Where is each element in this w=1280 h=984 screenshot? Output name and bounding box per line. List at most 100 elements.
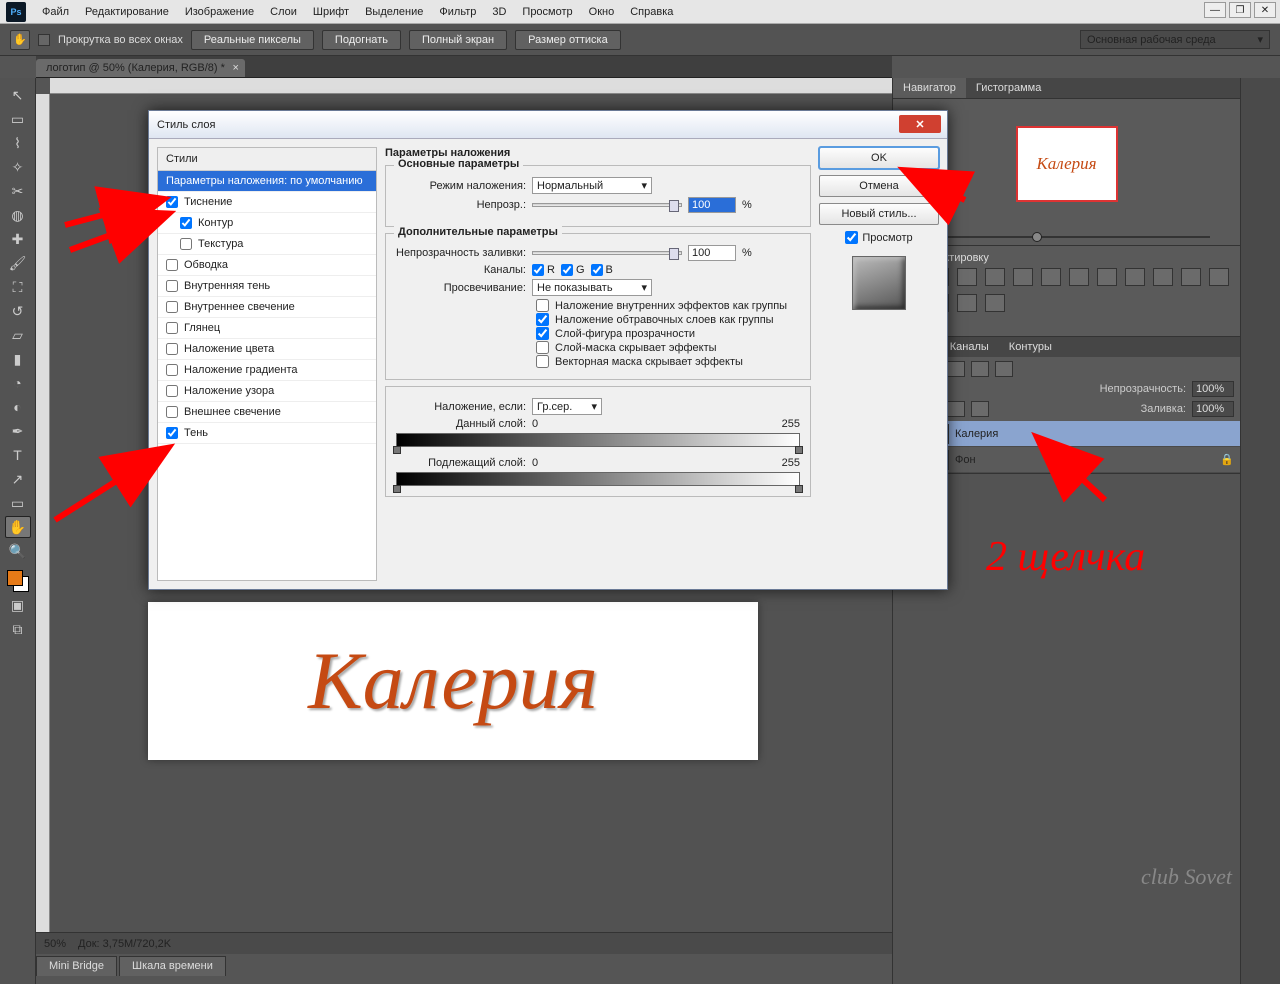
quickmask-tool[interactable]: ▣ bbox=[5, 594, 31, 616]
blend-mode-dropdown[interactable]: Нормальный▾ bbox=[532, 177, 652, 194]
workspace-dropdown[interactable]: Основная рабочая среда▾ bbox=[1080, 30, 1270, 49]
print-size-button[interactable]: Размер оттиска bbox=[515, 30, 621, 50]
style-checkbox[interactable] bbox=[166, 322, 178, 334]
menu-layers[interactable]: Слои bbox=[262, 0, 305, 24]
eraser-tool[interactable]: ▱ bbox=[5, 324, 31, 346]
style-row[interactable]: Обводка bbox=[158, 255, 376, 276]
actual-pixels-button[interactable]: Реальные пикселы bbox=[191, 30, 314, 50]
blur-tool[interactable]: ◔ bbox=[5, 372, 31, 394]
style-checkbox[interactable] bbox=[166, 301, 178, 313]
mini-bridge-tab[interactable]: Mini Bridge bbox=[36, 956, 117, 976]
fill-opacity-input[interactable]: 100 bbox=[688, 245, 736, 261]
move-tool[interactable]: ↖ bbox=[5, 84, 31, 106]
knockout-dropdown[interactable]: Не показывать▾ bbox=[532, 279, 652, 296]
preview-checkbox[interactable] bbox=[845, 231, 858, 244]
adj-icon[interactable] bbox=[1153, 268, 1173, 286]
channel-g-checkbox[interactable] bbox=[561, 264, 573, 276]
dodge-tool[interactable]: ◐ bbox=[5, 396, 31, 418]
adj-icon[interactable] bbox=[1125, 268, 1145, 286]
style-checkbox[interactable] bbox=[166, 364, 178, 376]
full-screen-button[interactable]: Полный экран bbox=[409, 30, 507, 50]
menu-edit[interactable]: Редактирование bbox=[77, 0, 177, 24]
zoom-tool[interactable]: 🔍 bbox=[5, 540, 31, 562]
close-tab-icon[interactable]: × bbox=[232, 62, 238, 74]
navigator-thumbnail[interactable]: Калерия bbox=[1018, 128, 1116, 200]
style-row[interactable]: Внутренняя тень bbox=[158, 276, 376, 297]
blendif-dropdown[interactable]: Гр.сер.▾ bbox=[532, 398, 602, 415]
histogram-tab[interactable]: Гистограмма bbox=[966, 78, 1052, 98]
window-maximize-button[interactable]: ❐ bbox=[1229, 2, 1251, 18]
brush-tool[interactable]: 🖌 bbox=[5, 252, 31, 274]
document-tab[interactable]: логотип @ 50% (Калерия, RGB/8) *× bbox=[36, 59, 245, 77]
style-row[interactable]: Текстура bbox=[158, 234, 376, 255]
style-row[interactable]: Глянец bbox=[158, 318, 376, 339]
adj-icon[interactable] bbox=[1209, 268, 1229, 286]
under-layer-slider[interactable] bbox=[396, 472, 800, 486]
filter-icon[interactable] bbox=[947, 361, 965, 377]
style-checkbox[interactable] bbox=[166, 406, 178, 418]
marquee-tool[interactable]: ▭ bbox=[5, 108, 31, 130]
adj-icon[interactable] bbox=[985, 268, 1005, 286]
menu-type[interactable]: Шрифт bbox=[305, 0, 357, 24]
lasso-tool[interactable]: ⌇ bbox=[5, 132, 31, 154]
menu-view[interactable]: Просмотр bbox=[514, 0, 580, 24]
this-layer-slider[interactable] bbox=[396, 433, 800, 447]
style-row[interactable]: Контур bbox=[158, 213, 376, 234]
heal-tool[interactable]: ✚ bbox=[5, 228, 31, 250]
option-checkbox[interactable] bbox=[536, 313, 549, 326]
channels-tab[interactable]: Каналы bbox=[940, 337, 999, 357]
option-checkbox[interactable] bbox=[536, 341, 549, 354]
history-brush-tool[interactable]: ↺ bbox=[5, 300, 31, 322]
lock-icon[interactable] bbox=[947, 401, 965, 417]
style-checkbox[interactable] bbox=[166, 196, 178, 208]
style-checkbox[interactable] bbox=[166, 280, 178, 292]
path-tool[interactable]: ↗ bbox=[5, 468, 31, 490]
fill-value[interactable]: 100% bbox=[1192, 401, 1234, 417]
window-minimize-button[interactable]: — bbox=[1204, 2, 1226, 18]
style-row[interactable]: Параметры наложения: по умолчанию bbox=[158, 171, 376, 192]
opacity-input[interactable]: 100 bbox=[688, 197, 736, 213]
dialog-titlebar[interactable]: Стиль слоя ✕ bbox=[149, 111, 947, 139]
option-checkbox[interactable] bbox=[536, 327, 549, 340]
menu-select[interactable]: Выделение bbox=[357, 0, 431, 24]
ok-button[interactable]: OK bbox=[819, 147, 939, 169]
hand-tool[interactable]: ✋ bbox=[5, 516, 31, 538]
pen-tool[interactable]: ✒ bbox=[5, 420, 31, 442]
fill-opacity-slider[interactable] bbox=[532, 251, 682, 255]
style-row[interactable]: Наложение градиента bbox=[158, 360, 376, 381]
opacity-slider[interactable] bbox=[532, 203, 682, 207]
menu-3d[interactable]: 3D bbox=[484, 0, 514, 24]
menu-help[interactable]: Справка bbox=[622, 0, 681, 24]
menu-filter[interactable]: Фильтр bbox=[431, 0, 484, 24]
opacity-value[interactable]: 100% bbox=[1192, 381, 1234, 397]
menu-file[interactable]: Файл bbox=[34, 0, 77, 24]
paths-tab[interactable]: Контуры bbox=[999, 337, 1062, 357]
zoom-level[interactable]: 50% bbox=[44, 938, 66, 950]
scroll-all-checkbox[interactable] bbox=[38, 34, 50, 46]
window-close-button[interactable]: ✕ bbox=[1254, 2, 1276, 18]
color-swatch[interactable] bbox=[7, 570, 29, 592]
dialog-close-button[interactable]: ✕ bbox=[899, 115, 941, 133]
style-row[interactable]: Внешнее свечение bbox=[158, 402, 376, 423]
adj-icon[interactable] bbox=[1041, 268, 1061, 286]
filter-icon[interactable] bbox=[971, 361, 989, 377]
channel-b-checkbox[interactable] bbox=[591, 264, 603, 276]
adj-icon[interactable] bbox=[957, 268, 977, 286]
style-row[interactable]: Наложение цвета bbox=[158, 339, 376, 360]
style-row[interactable]: Тень bbox=[158, 423, 376, 444]
menu-image[interactable]: Изображение bbox=[177, 0, 262, 24]
style-checkbox[interactable] bbox=[180, 238, 192, 250]
style-row[interactable]: Тиснение bbox=[158, 192, 376, 213]
navigator-tab[interactable]: Навигатор bbox=[893, 78, 966, 98]
adj-icon[interactable] bbox=[957, 294, 977, 312]
adj-icon[interactable] bbox=[985, 294, 1005, 312]
type-tool[interactable]: T bbox=[5, 444, 31, 466]
style-checkbox[interactable] bbox=[180, 217, 192, 229]
eyedropper-tool[interactable]: ◍ bbox=[5, 204, 31, 226]
gradient-tool[interactable]: ▮ bbox=[5, 348, 31, 370]
fit-screen-button[interactable]: Подогнать bbox=[322, 30, 401, 50]
cancel-button[interactable]: Отмена bbox=[819, 175, 939, 197]
style-checkbox[interactable] bbox=[166, 259, 178, 271]
shape-tool[interactable]: ▭ bbox=[5, 492, 31, 514]
adj-icon[interactable] bbox=[1097, 268, 1117, 286]
